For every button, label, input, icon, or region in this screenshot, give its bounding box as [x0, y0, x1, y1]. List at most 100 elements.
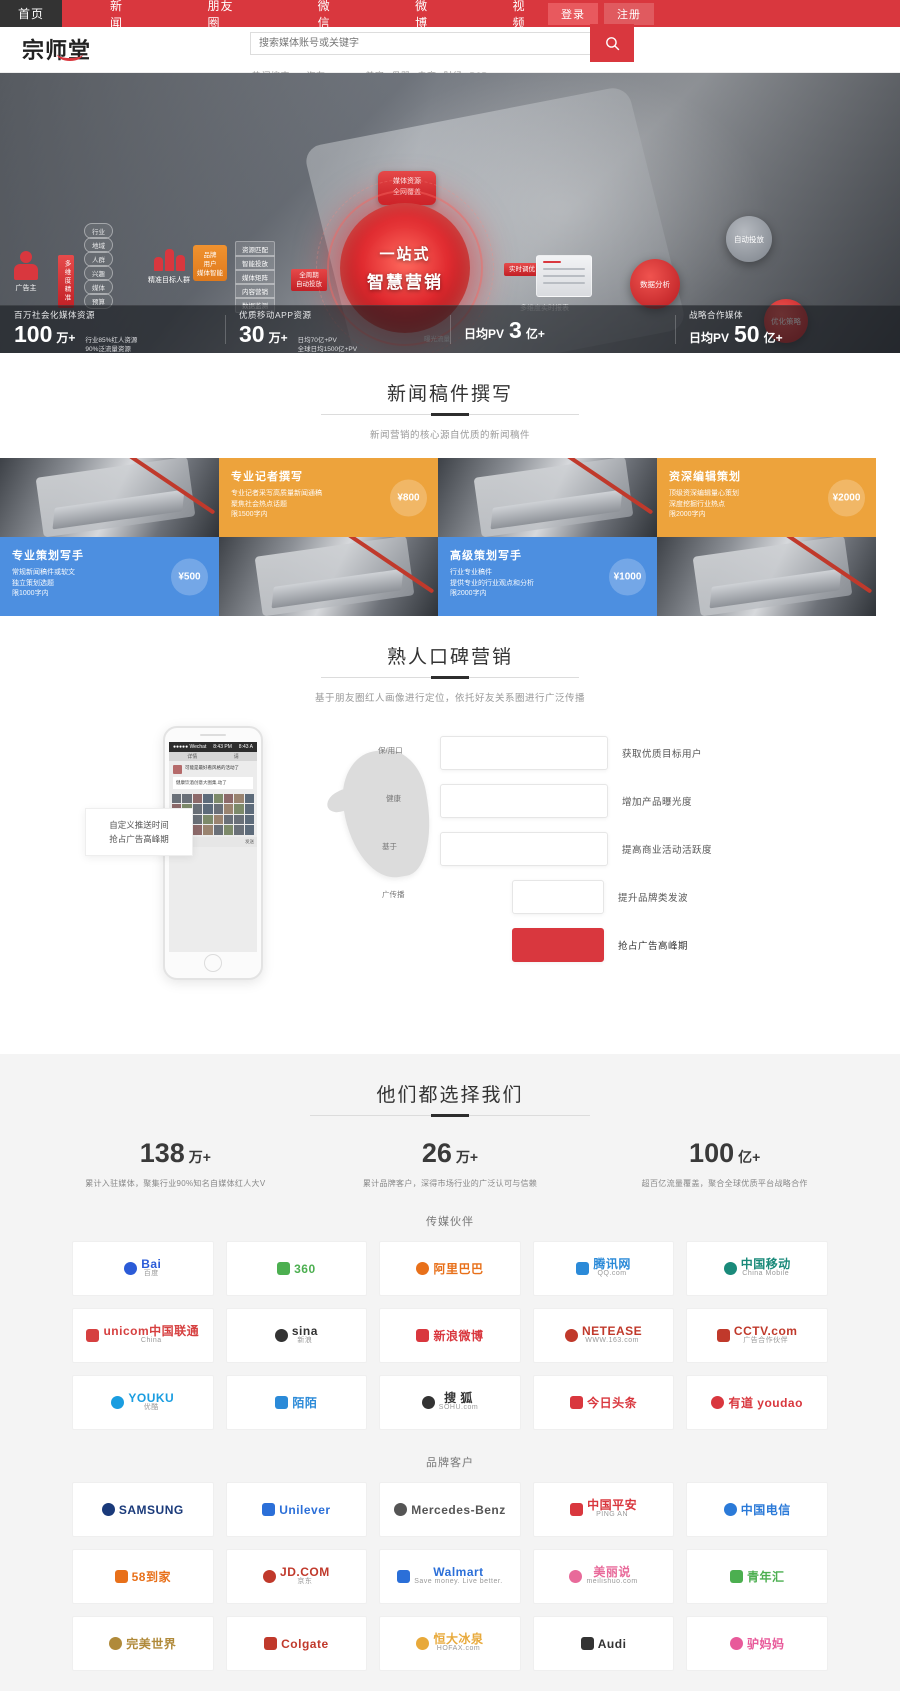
- media-logo-12[interactable]: 搜 狐 SOHU.com: [379, 1375, 521, 1430]
- media-logo-13[interactable]: 今日头条: [532, 1375, 675, 1430]
- logo-mark: 新浪微博: [416, 1329, 483, 1342]
- price-card-planner[interactable]: 专业策划写手 常规新闻稿件或软文 独立策划选题 限1000字内 ¥500: [0, 537, 219, 616]
- stat-note-1-0: 日均70亿+PV: [297, 337, 337, 344]
- logo-mark: 恒大冰泉 HOFAX.com: [416, 1633, 483, 1654]
- stat-body-3: 日均PV 50 亿+: [689, 323, 900, 346]
- wechat-shared-card[interactable]: 健康饮酒创意大图集.动了: [173, 777, 253, 789]
- choose-us-section: 他们都选择我们 138 万+ 累计入驻媒体，聚集行业90%知名自媒体红人大V 26…: [0, 1054, 900, 1691]
- price-card-editor[interactable]: 资深编辑策划 顶级资深编辑量心策划 深度挖掘行业热点 限2000字内 ¥2000: [657, 458, 876, 537]
- price-cards-row-bottom: 专业策划写手 常规新闻稿件或软文 独立策划选题 限1000字内 ¥500 高级策…: [0, 537, 900, 616]
- stat-num-3: 50: [734, 321, 760, 347]
- logo-mark: 完美世界: [109, 1637, 176, 1650]
- search-input[interactable]: [250, 32, 590, 55]
- media-partners-title: 传媒伙伴: [426, 1216, 474, 1228]
- card-price-2: ¥500: [171, 558, 208, 595]
- brand-logo-10[interactable]: 完美世界: [72, 1616, 214, 1671]
- site-header: 宗师堂 热门搜索： 汽车 спорт 美容 母婴 电商 财经 P2P: [0, 24, 900, 81]
- logo-glyph-icon: [729, 1570, 743, 1583]
- logo-mark: 腾讯网 QQ.com: [576, 1258, 631, 1279]
- brand-logo-13[interactable]: Audi: [532, 1616, 675, 1671]
- nav-item-weibo[interactable]: 微博: [405, 0, 450, 31]
- nav-item-video[interactable]: 视频: [503, 0, 548, 31]
- wechat-tab-invite[interactable]: 请: [234, 753, 239, 760]
- brand-logo-2[interactable]: Mercedes-Benz: [379, 1482, 521, 1537]
- stat-unit-3: 亿+: [763, 331, 783, 345]
- wechat-tab-detail[interactable]: 详情: [187, 753, 197, 760]
- brand-logo-6[interactable]: JD.COM 京东: [225, 1549, 368, 1604]
- choose-us-head: 他们都选择我们: [0, 1080, 900, 1117]
- brand-logo-5[interactable]: 58到家: [72, 1549, 214, 1604]
- home-button-icon[interactable]: [204, 954, 222, 972]
- card-photo-3: [657, 537, 876, 616]
- logo-name: 搜 狐: [444, 1390, 473, 1405]
- media-logo-3[interactable]: 腾讯网 QQ.com: [532, 1241, 675, 1296]
- nav-item-moments[interactable]: 朋友圈: [197, 0, 255, 31]
- price-card-senior-planner[interactable]: 高级策划写手 行业专业稿件 提供专业的行业观点和分析 限2000字内 ¥1000: [438, 537, 657, 616]
- news-section-head: 新闻稿件撰写: [0, 379, 900, 416]
- media-logo-1[interactable]: 360: [225, 1241, 368, 1296]
- wechat-illustration: ●●●●● Wechat 8:43 PM 8:43 A 详情 请 可能是最好看风…: [0, 722, 900, 1042]
- media-logo-5[interactable]: unicom中国联通 China: [72, 1308, 214, 1363]
- nav-item-home[interactable]: 首页: [0, 0, 62, 27]
- brand-logo-12[interactable]: 恒大冰泉 HOFAX.com: [379, 1616, 521, 1671]
- logo-glyph-icon: [576, 1262, 590, 1275]
- brand-logo-9[interactable]: 青年汇: [686, 1549, 828, 1604]
- wechat-section-head: 熟人口碑营销: [0, 642, 900, 679]
- hero-advertiser-label: 广告主: [15, 285, 37, 292]
- logo-mark: 驴妈妈: [729, 1637, 785, 1650]
- stat-body-0: 100 万+ 行业85%红人资源 90%泛流量资源 80%重要KOL资源: [14, 323, 225, 354]
- stat-label-2: 日均PV: [464, 327, 505, 341]
- brand-logo-14[interactable]: 驴妈妈: [686, 1616, 828, 1671]
- search-button[interactable]: [590, 24, 634, 62]
- media-logo-0[interactable]: Bai 百度: [72, 1241, 214, 1296]
- media-logo-7[interactable]: 新浪微博: [379, 1308, 521, 1363]
- media-logo-14[interactable]: 有道 youdao: [686, 1375, 828, 1430]
- brand-logo-1[interactable]: Unilever: [225, 1482, 368, 1537]
- logo-mark: 美丽说 meilishuo.com: [569, 1566, 637, 1587]
- brand-clients-title: 品牌客户: [426, 1457, 474, 1469]
- brand-logo-3[interactable]: 中国平安 PING AN: [532, 1482, 675, 1537]
- media-logo-9[interactable]: CCTV.com 广告合作伙伴: [686, 1308, 828, 1363]
- logo-mark: Audi: [580, 1637, 627, 1650]
- brand-logo-11[interactable]: Colgate: [225, 1616, 368, 1671]
- logo-glyph-icon: [416, 1329, 430, 1342]
- brand-logo-8[interactable]: 美丽说 meilishuo.com: [532, 1549, 675, 1604]
- brand-logo-0[interactable]: SAMSUNG: [72, 1482, 214, 1537]
- wechat-tabs: 详情 请: [169, 752, 257, 761]
- site-logo[interactable]: 宗师堂: [0, 27, 250, 65]
- wechat-section-subtitle: 基于朋友圈红人画像进行定位，依托好友关系圈进行广泛传播: [314, 693, 585, 704]
- nav-item-wechat[interactable]: 微信: [308, 0, 353, 31]
- audience-group-icon: [148, 249, 190, 271]
- logo-glyph-icon: [570, 1503, 584, 1516]
- media-logo-4[interactable]: 中国移动 China Mobile: [686, 1241, 828, 1296]
- media-logo-6[interactable]: sina 新浪: [225, 1308, 368, 1363]
- logo-name: 中国电信: [740, 1502, 791, 1517]
- benefit-bubble-4[interactable]: [512, 928, 604, 962]
- logo-name: 有道 youdao: [728, 1395, 803, 1410]
- login-button[interactable]: 登录: [548, 2, 598, 25]
- logo-glyph-icon: [86, 1329, 100, 1342]
- media-logo-10[interactable]: YOUKU 优酷: [72, 1375, 214, 1430]
- logo-mark: 360: [277, 1262, 316, 1275]
- brand-logo-4[interactable]: 中国电信: [686, 1482, 828, 1537]
- nav-item-news[interactable]: 新闻: [100, 0, 145, 31]
- media-logo-8[interactable]: NETEASE WWW.163.com: [532, 1308, 675, 1363]
- logo-name: 今日头条: [587, 1395, 638, 1410]
- metric-unit-2: 亿+: [738, 1149, 761, 1165]
- brand-logo-7[interactable]: Walmart Save money. Live better.: [379, 1549, 521, 1604]
- card-photo-1: [438, 458, 657, 537]
- search-icon: [605, 36, 619, 50]
- logo-mark: Colgate: [264, 1637, 329, 1650]
- logo-glyph-icon: [114, 1570, 128, 1583]
- media-logo-11[interactable]: 陌陌: [225, 1375, 368, 1430]
- logo-glyph-icon: [109, 1637, 123, 1650]
- price-card-reporter[interactable]: 专业记者撰写 专业记者采写高质量新闻通稿 聚焦社会热点话题 限1500字内 ¥8…: [219, 458, 438, 537]
- price-cards: 专业记者撰写 专业记者采写高质量新闻通稿 聚焦社会热点话题 限1500字内 ¥8…: [0, 458, 900, 616]
- send-button[interactable]: 发送: [245, 839, 254, 845]
- logo-name: Bai: [141, 1256, 162, 1271]
- hero-node-auto-delivery: 自动投放: [726, 216, 772, 262]
- register-button[interactable]: 注册: [604, 2, 654, 25]
- benefit-bubble-2: [440, 832, 608, 866]
- stat-mobile-app: 优质移动APP资源 30 万+ 日均70亿+PV 全球日均1500亿+PV: [225, 306, 450, 353]
- media-logo-2[interactable]: 阿里巴巴: [379, 1241, 521, 1296]
